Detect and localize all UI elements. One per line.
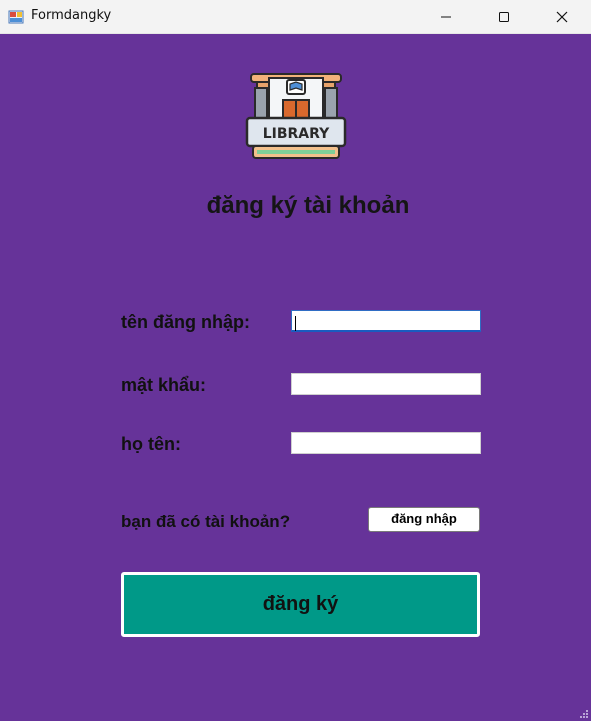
form-client-area: LIBRARY đăng ký tài khoản tên đăng nhập:…: [0, 34, 591, 721]
library-logo-icon: LIBRARY: [245, 73, 347, 159]
fullname-field[interactable]: [291, 432, 481, 454]
close-icon: [556, 11, 568, 22]
fullname-label: họ tên:: [121, 434, 181, 454]
username-field[interactable]: [291, 310, 481, 332]
username-label: tên đăng nhập:: [121, 312, 250, 332]
register-window: Formdangky LIBRARY đăng ký tài khoản tên…: [0, 0, 591, 721]
register-button[interactable]: đăng ký: [121, 572, 480, 637]
text-caret: [295, 316, 296, 331]
logo-text: LIBRARY: [263, 126, 330, 142]
password-label: mật khẩu:: [121, 375, 207, 395]
maximize-icon: [499, 11, 509, 22]
resize-grip-icon[interactable]: [579, 709, 589, 719]
title-bar: Formdangky: [0, 0, 591, 34]
password-field[interactable]: [291, 373, 481, 395]
maximize-button[interactable]: [475, 0, 533, 33]
minimize-icon: [441, 16, 451, 17]
page-heading: đăng ký tài khoản: [206, 192, 410, 219]
login-button[interactable]: đăng nhập: [368, 507, 480, 532]
have-account-text: bạn đã có tài khoản?: [121, 512, 291, 531]
app-icon: [8, 10, 24, 24]
minimize-button[interactable]: [417, 0, 475, 33]
window-title: Formdangky: [31, 8, 112, 23]
close-button[interactable]: [533, 0, 591, 33]
